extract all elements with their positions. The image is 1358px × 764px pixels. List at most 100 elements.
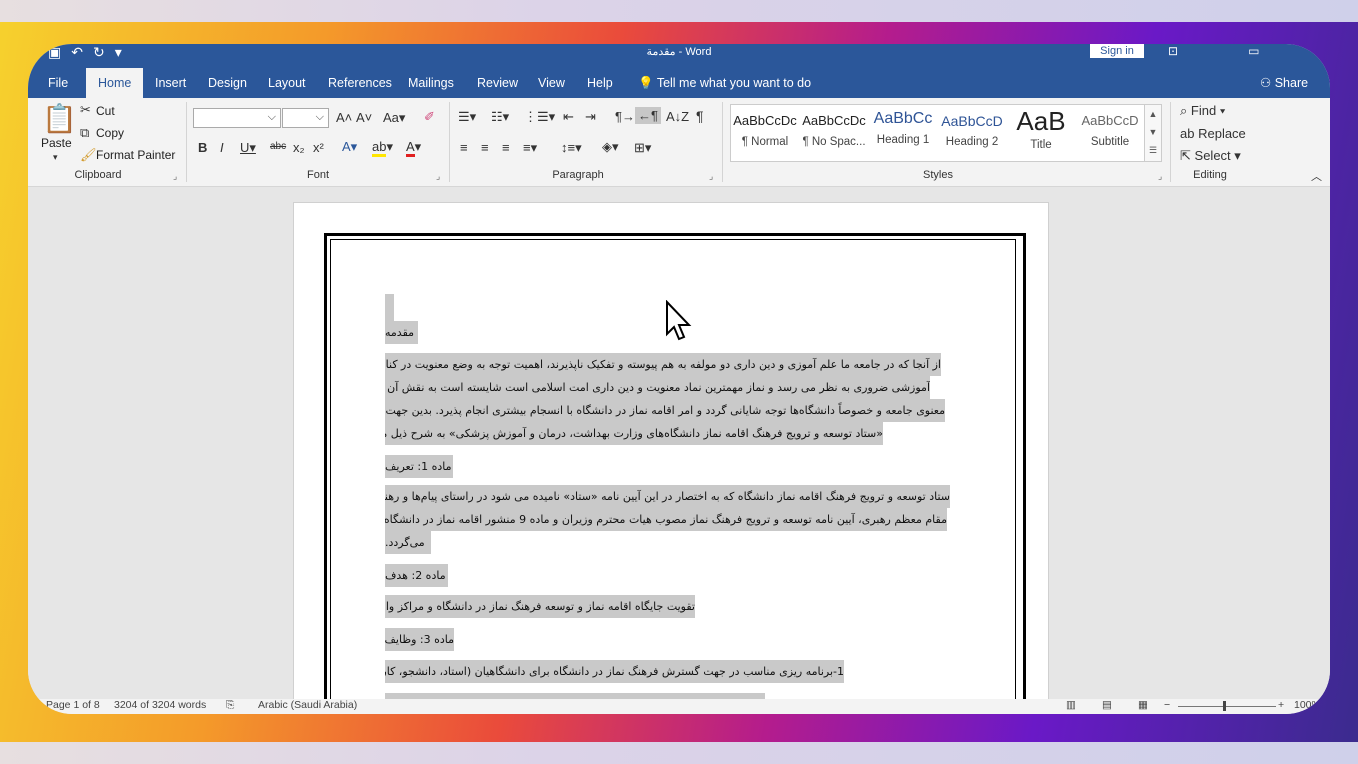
clipboard-paste-icon[interactable]: 📋 bbox=[42, 102, 77, 135]
style-no-spacing[interactable]: AaBbCcDc ¶ No Spac... bbox=[800, 105, 868, 161]
doc-line[interactable]: آموزشی ضروری به نظر می رسد و نماز مهمتری… bbox=[385, 376, 930, 399]
tab-home[interactable]: Home bbox=[86, 68, 144, 98]
styles-scroll[interactable]: ▲ ▼ ☰ bbox=[1144, 104, 1162, 162]
sort-icon[interactable]: A↓Z bbox=[666, 109, 689, 124]
tab-file[interactable]: File bbox=[48, 68, 68, 98]
font-color-icon[interactable]: A▾ bbox=[406, 139, 421, 157]
dialog-launcher-icon[interactable]: ⌟ bbox=[1158, 171, 1162, 182]
dialog-launcher-icon[interactable]: ⌟ bbox=[436, 171, 440, 182]
word-count[interactable]: 3204 of 3204 words bbox=[114, 699, 206, 711]
doc-heading[interactable]: ماده 2: هدف bbox=[385, 564, 448, 587]
tab-review[interactable]: Review bbox=[477, 68, 518, 98]
decrease-indent-icon[interactable]: ⇤ bbox=[563, 109, 574, 125]
tab-insert[interactable]: Insert bbox=[155, 68, 186, 98]
select-label: Select bbox=[1194, 148, 1231, 163]
zoom-slider[interactable] bbox=[1178, 706, 1276, 707]
align-right-icon[interactable]: ≡ bbox=[502, 140, 510, 155]
justify-icon[interactable]: ≡▾ bbox=[523, 140, 537, 156]
zoom-in-icon[interactable]: + bbox=[1278, 699, 1284, 711]
rtl-direction-icon[interactable]: ←¶ bbox=[635, 107, 661, 124]
align-left-icon[interactable]: ≡ bbox=[460, 140, 468, 155]
tab-design[interactable]: Design bbox=[208, 68, 247, 98]
web-layout-icon[interactable]: ▦ bbox=[1138, 699, 1148, 711]
superscript-icon[interactable]: x² bbox=[313, 140, 324, 155]
doc-line[interactable]: «ستاد توسعه و ترویج فرهنگ اقامه نماز دان… bbox=[385, 422, 883, 445]
style-normal[interactable]: AaBbCcDc ¶ Normal bbox=[731, 105, 799, 161]
scissors-icon[interactable]: ✂ bbox=[80, 102, 91, 118]
highlight-icon[interactable]: ab▾ bbox=[372, 139, 393, 157]
tab-view[interactable]: View bbox=[538, 68, 565, 98]
chevron-up-icon[interactable]: ▲ bbox=[1149, 109, 1158, 119]
format-painter-button[interactable]: Format Painter bbox=[96, 148, 175, 162]
copy-button[interactable]: Copy bbox=[96, 126, 124, 140]
restore-icon[interactable]: ▭ bbox=[1248, 44, 1329, 58]
chevron-down-icon[interactable]: ▾ bbox=[53, 152, 58, 163]
doc-heading[interactable]: ماده 3: وظایف bbox=[385, 628, 454, 651]
zoom-out-icon[interactable]: − bbox=[1164, 699, 1170, 711]
line-spacing-icon[interactable]: ↕≡▾ bbox=[561, 140, 582, 156]
style-heading-1[interactable]: AaBbCc Heading 1 bbox=[869, 105, 937, 161]
bullets-icon[interactable]: ☰▾ bbox=[458, 109, 476, 125]
proofing-icon[interactable]: ⎘ bbox=[226, 699, 234, 712]
doc-line[interactable]: از آنجا که در جامعه ما علم آموزی و دین د… bbox=[385, 353, 941, 376]
strikethrough-icon[interactable]: abc bbox=[270, 141, 286, 152]
font-size-dropdown[interactable]: ⌵ bbox=[282, 108, 329, 128]
shrink-font-icon[interactable]: A˅ bbox=[356, 110, 372, 125]
ribbon-display-icon[interactable]: ⊡ bbox=[1168, 44, 1248, 58]
tab-mailings[interactable]: Mailings bbox=[408, 68, 454, 98]
page-count[interactable]: Page 1 of 8 bbox=[46, 699, 100, 711]
select-button[interactable]: ⇱ Select ▾ bbox=[1180, 148, 1241, 164]
multilevel-list-icon[interactable]: ⋮☰▾ bbox=[524, 109, 555, 125]
text-effects-icon[interactable]: A▾ bbox=[342, 139, 357, 155]
sign-in-button[interactable]: Sign in bbox=[1090, 44, 1144, 58]
subscript-icon[interactable]: x₂ bbox=[293, 140, 305, 155]
bold-icon[interactable]: B bbox=[198, 140, 207, 155]
document-page[interactable]: مقدمه از آنجا که در جامعه ما علم آموزی و… bbox=[293, 202, 1049, 714]
borders-icon[interactable]: ⊞▾ bbox=[634, 140, 651, 156]
language-indicator[interactable]: Arabic (Saudi Arabia) bbox=[258, 699, 357, 711]
chevron-down-icon[interactable]: ▼ bbox=[1149, 127, 1158, 137]
dialog-launcher-icon[interactable]: ⌟ bbox=[709, 171, 713, 182]
tell-me-search[interactable]: 💡 Tell me what you want to do bbox=[638, 68, 811, 98]
more-styles-icon[interactable]: ☰ bbox=[1149, 145, 1157, 155]
ltr-direction-icon[interactable]: ¶→ bbox=[615, 109, 635, 124]
copy-icon[interactable]: ⧉ bbox=[80, 125, 89, 141]
doc-heading[interactable]: مقدمه bbox=[385, 321, 418, 344]
align-center-icon[interactable]: ≡ bbox=[481, 140, 489, 155]
style-title[interactable]: AaB Title bbox=[1007, 105, 1075, 161]
tab-help[interactable]: Help bbox=[587, 68, 613, 98]
share-button[interactable]: ⚇ Share bbox=[1260, 68, 1308, 98]
doc-heading[interactable]: ماده 1: تعریف bbox=[385, 455, 453, 478]
paste-button[interactable]: Paste bbox=[41, 136, 72, 150]
increase-indent-icon[interactable]: ⇥ bbox=[585, 109, 596, 125]
format-painter-icon[interactable]: 🖌 bbox=[80, 147, 97, 163]
italic-icon[interactable]: I bbox=[220, 140, 224, 155]
tab-references[interactable]: References bbox=[328, 68, 392, 98]
cut-button[interactable]: Cut bbox=[96, 104, 115, 118]
doc-line[interactable]: می‌گردد. bbox=[385, 531, 431, 554]
zoom-slider-thumb[interactable] bbox=[1223, 701, 1226, 711]
grow-font-icon[interactable]: A˄ bbox=[336, 110, 352, 125]
zoom-level[interactable]: 100% bbox=[1294, 699, 1321, 711]
read-mode-icon[interactable]: ▥ bbox=[1066, 699, 1076, 711]
tab-layout[interactable]: Layout bbox=[268, 68, 306, 98]
numbering-icon[interactable]: ☷▾ bbox=[491, 109, 509, 125]
doc-line[interactable]: تقویت جایگاه اقامه نماز و توسعه فرهنگ نم… bbox=[385, 595, 695, 618]
doc-line[interactable]: معنوی جامعه و خصوصاً دانشگاه‌ها توجه شای… bbox=[385, 399, 945, 422]
shading-icon[interactable]: ◈▾ bbox=[602, 139, 619, 155]
print-layout-icon[interactable]: ▤ bbox=[1102, 699, 1112, 711]
doc-line[interactable]: مقام معظم رهبری، آیین نامه توسعه و ترویج… bbox=[385, 508, 947, 531]
doc-line[interactable]: ستاد توسعه و ترویج فرهنگ اقامه نماز دانش… bbox=[385, 485, 950, 508]
underline-icon[interactable]: U▾ bbox=[240, 140, 256, 156]
font-name-dropdown[interactable]: ⌵ bbox=[193, 108, 281, 128]
style-subtitle[interactable]: AaBbCcD Subtitle bbox=[1076, 105, 1144, 161]
replace-button[interactable]: ab Replace bbox=[1180, 126, 1246, 141]
change-case-button[interactable]: Aa▾ bbox=[383, 110, 405, 126]
style-heading-2[interactable]: AaBbCcD Heading 2 bbox=[938, 105, 1006, 161]
clear-formatting-icon[interactable]: ✐ bbox=[424, 109, 435, 125]
show-hide-marks-icon[interactable]: ¶ bbox=[696, 108, 704, 124]
collapse-ribbon-icon[interactable]: ︿ bbox=[1311, 168, 1322, 184]
dialog-launcher-icon[interactable]: ⌟ bbox=[173, 171, 177, 182]
doc-line[interactable]: 1-برنامه ریزی مناسب در جهت گسترش فرهنگ ن… bbox=[385, 660, 844, 683]
find-button[interactable]: ⌕ Find ▾ bbox=[1180, 103, 1225, 119]
